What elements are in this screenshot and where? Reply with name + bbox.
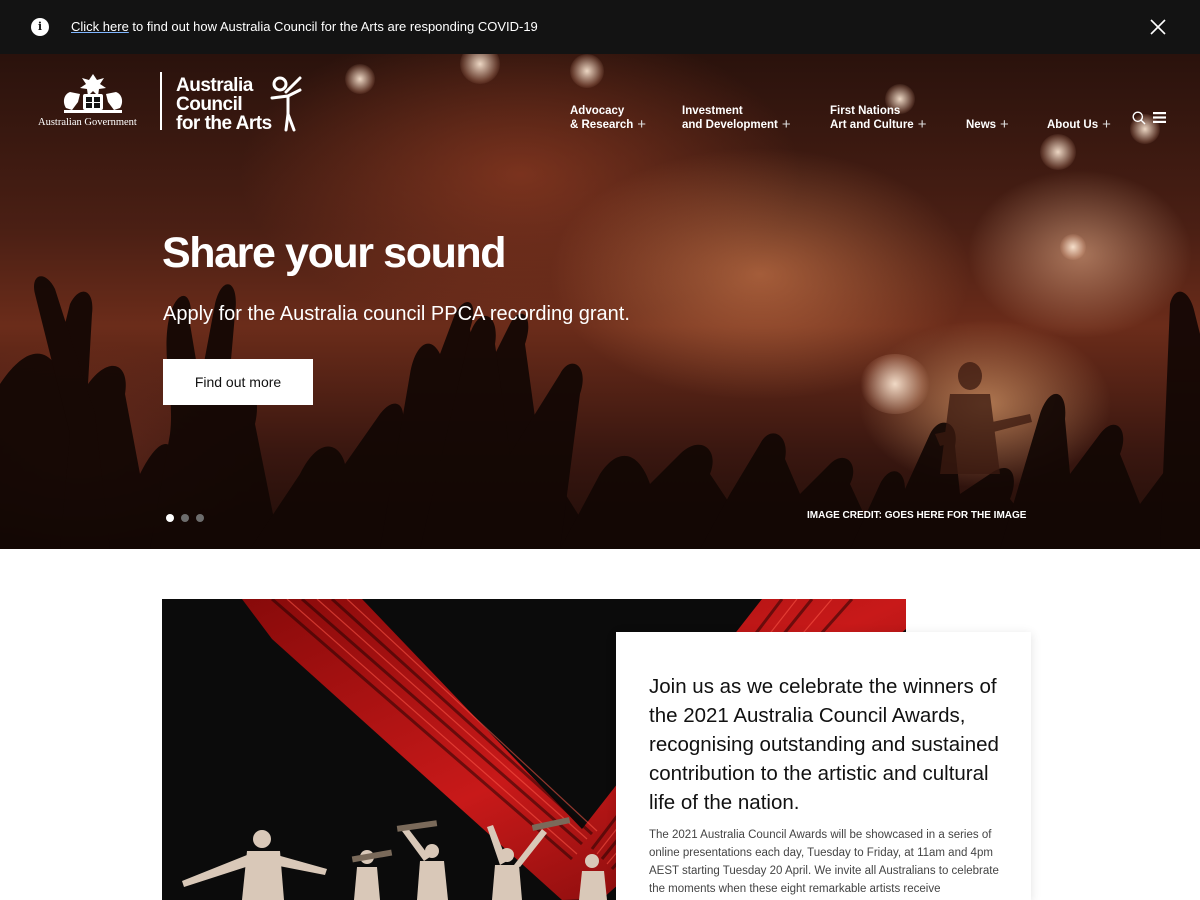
covid-alert-bar: i Click here to find out how Australia C… xyxy=(0,0,1200,54)
nav-about-us[interactable]: About Us + xyxy=(1047,116,1111,133)
plus-icon: + xyxy=(637,116,647,133)
nav-item-line2: Art and Culture xyxy=(830,119,914,131)
close-icon[interactable] xyxy=(1148,17,1168,37)
nav-item-label: About Us xyxy=(1047,119,1099,131)
hero-title: Share your sound xyxy=(162,229,507,277)
plus-icon: + xyxy=(1102,116,1111,133)
carousel-dot[interactable] xyxy=(196,514,204,522)
card-body: The 2021 Australia Council Awards will b… xyxy=(649,829,999,895)
hero-subtitle: Apply for the Australia council PPCA rec… xyxy=(163,303,630,325)
card-heading: Join us as we celebrate the winners of t… xyxy=(649,675,999,814)
main-nav: Advocacy & Research + Investment and Deve… xyxy=(0,96,1200,136)
nav-item-line1: First Nations xyxy=(830,105,901,117)
alert-message-text: to find out how Australia Council for th… xyxy=(128,19,538,34)
nav-item-line2: & Research xyxy=(570,119,634,131)
carousel-dot[interactable] xyxy=(166,514,174,522)
alert-message: Click here to find out how Australia Cou… xyxy=(71,19,538,34)
search-icon[interactable] xyxy=(1132,111,1146,125)
nav-investment-development[interactable]: Investment and Development + xyxy=(682,104,791,132)
find-out-more-button[interactable]: Find out more xyxy=(163,359,313,405)
nav-first-nations[interactable]: First Nations Art and Culture + xyxy=(830,104,926,132)
carousel-dot[interactable] xyxy=(181,514,189,522)
image-credit: IMAGE CREDIT: GOES HERE FOR THE IMAGE xyxy=(807,510,1027,521)
plus-icon: + xyxy=(917,116,927,133)
plus-icon: + xyxy=(781,116,791,133)
nav-item-label: News xyxy=(966,119,997,131)
council-line: Australia xyxy=(176,75,253,96)
hero-banner: Australian Government Australia Council … xyxy=(0,54,1200,549)
hamburger-menu-icon[interactable] xyxy=(1153,112,1166,123)
plus-icon: + xyxy=(1000,116,1009,133)
alert-link[interactable]: Click here xyxy=(71,19,129,34)
nav-advocacy-research[interactable]: Advocacy & Research + xyxy=(570,104,646,132)
awards-feature-card: Join us as we celebrate the winners of t… xyxy=(616,632,1031,900)
nav-news[interactable]: News + xyxy=(966,116,1009,133)
nav-item-line1: Investment xyxy=(682,105,743,117)
nav-item-line1: Advocacy xyxy=(570,105,625,117)
info-icon: i xyxy=(31,18,49,36)
nav-item-line2: and Development xyxy=(682,119,778,131)
